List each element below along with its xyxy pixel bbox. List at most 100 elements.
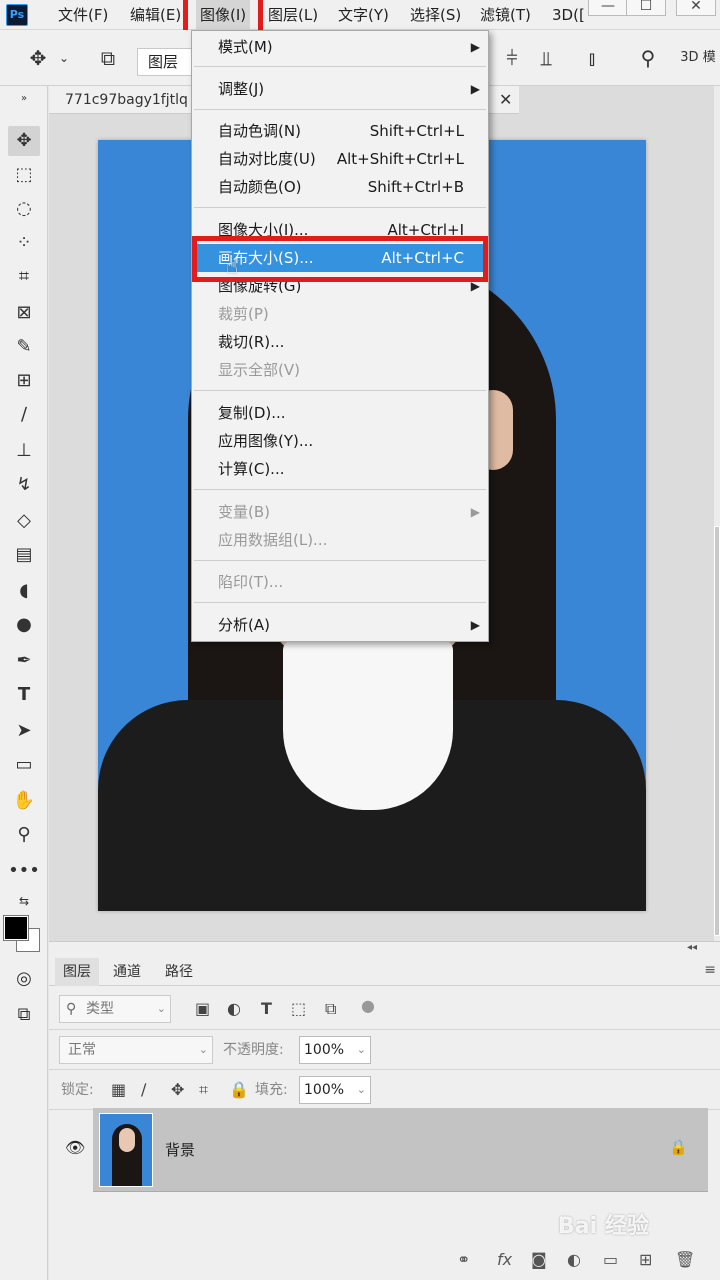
lock-all-icon[interactable]: 🔒 <box>229 1076 249 1104</box>
lock-image-pixels-icon[interactable]: ∕ <box>141 1076 146 1104</box>
zoom-tool-icon[interactable]: ⚲ <box>8 820 40 850</box>
crop-tool-icon[interactable]: ⌗ <box>8 262 40 292</box>
menu-separator <box>194 602 486 603</box>
layer-visibility-eye-icon[interactable]: 👁 <box>65 1138 85 1157</box>
align-bottom-icon[interactable]: ⫫ <box>532 44 560 72</box>
filter-pixel-icon[interactable]: ▣ <box>195 995 210 1023</box>
menu-item-calculations[interactable]: 计算(C)... <box>192 455 488 483</box>
menu-item-trim[interactable]: 裁切(R)... <box>192 328 488 356</box>
rectangle-tool-icon[interactable]: ▭ <box>8 750 40 780</box>
menu-select[interactable]: 选择(S) <box>410 0 461 30</box>
lock-artboard-icon[interactable]: ⌗ <box>199 1076 208 1104</box>
quick-mask-icon[interactable]: ◎ <box>8 964 40 994</box>
pen-tool-icon[interactable]: ✒ <box>8 646 40 676</box>
panel-menu-icon[interactable]: ≡ <box>704 962 716 978</box>
frame-tool-icon[interactable]: ⊠ <box>8 298 40 328</box>
quick-select-tool-icon[interactable]: ⁘ <box>8 228 40 258</box>
filter-smart-object-icon[interactable]: ⧉ <box>325 995 336 1023</box>
chevron-down-icon[interactable]: ⌄ <box>56 44 72 72</box>
search-icon[interactable]: ⚲ <box>634 44 662 72</box>
distribute-icon[interactable]: ⫾ <box>578 44 606 72</box>
blur-tool-icon[interactable]: ◖ <box>8 576 40 606</box>
opacity-label: 不透明度: <box>223 1042 284 1058</box>
menu-layer[interactable]: 图层(L) <box>268 0 318 30</box>
scrollbar-thumb[interactable] <box>714 526 720 936</box>
swap-colors-icon[interactable]: ⇆ <box>8 886 40 916</box>
type-tool-icon[interactable]: T <box>8 680 40 710</box>
new-group-icon[interactable]: ▭ <box>603 1250 618 1269</box>
fill-input[interactable]: 100% ⌄ <box>299 1076 371 1104</box>
align-vertical-center-icon[interactable]: ⫩ <box>498 44 526 72</box>
dodge-tool-icon[interactable]: ● <box>8 610 40 640</box>
brush-tool-icon[interactable]: ∕ <box>8 400 40 430</box>
filter-type-select[interactable]: ⚲ 类型 ⌄ <box>59 995 171 1023</box>
menu-item-adjustments[interactable]: 调整(J) ▶ <box>192 75 488 103</box>
menu-item-mode[interactable]: 模式(M) ▶ <box>192 33 488 61</box>
eraser-tool-icon[interactable]: ◇ <box>8 506 40 536</box>
history-brush-tool-icon[interactable]: ↯ <box>8 470 40 500</box>
menu-item-duplicate[interactable]: 复制(D)... <box>192 399 488 427</box>
close-window-button[interactable]: ✕ <box>676 0 716 16</box>
menu-separator <box>194 207 486 208</box>
tools-panel: » ✥ ⬚ ◌ ⁘ ⌗ ⊠ ✎ ⊞ ∕ ⊥ ↯ ◇ ▤ ◖ ● ✒ T ➤ ▭ … <box>0 86 48 1280</box>
document-title: 771c97bagy1fjtlq <box>65 92 188 108</box>
hand-tool-icon[interactable]: ✋ <box>8 786 40 816</box>
menu-separator <box>194 560 486 561</box>
eyedropper-tool-icon[interactable]: ✎ <box>8 332 40 362</box>
menu-file[interactable]: 文件(F) <box>58 0 108 30</box>
menu-item-analysis[interactable]: 分析(A) ▶ <box>192 611 488 639</box>
maximize-button[interactable]: ☐ <box>626 0 666 16</box>
menu-item-apply-image[interactable]: 应用图像(Y)... <box>192 427 488 455</box>
lasso-tool-icon[interactable]: ◌ <box>8 194 40 224</box>
foreground-color-swatch[interactable] <box>3 915 29 941</box>
document-scrollbar[interactable] <box>714 86 720 941</box>
fill-label: 填充: <box>255 1082 288 1098</box>
collapse-panel-icon[interactable]: ◂◂ <box>687 942 697 953</box>
delete-layer-icon[interactable]: 🗑 <box>675 1250 695 1269</box>
lock-row: 锁定: ▦ ∕ ✥ ⌗ 🔒 填充: 100% ⌄ <box>49 1070 720 1110</box>
gradient-tool-icon[interactable]: ▤ <box>8 540 40 570</box>
layer-row-background[interactable]: 背景 🔒 <box>93 1108 708 1192</box>
collapse-toolbar-icon[interactable]: » <box>8 84 40 114</box>
auto-select-dropdown[interactable]: 图层 <box>137 48 197 76</box>
filter-shape-icon[interactable]: ⬚ <box>291 995 306 1023</box>
filter-adjustment-icon[interactable]: ◐ <box>227 995 241 1023</box>
menu-item-auto-contrast[interactable]: 自动对比度(U) Alt+Shift+Ctrl+L <box>192 145 488 173</box>
menu-item-auto-tone[interactable]: 自动色调(N) Shift+Ctrl+L <box>192 117 488 145</box>
photo-collar <box>283 640 453 810</box>
link-layers-icon[interactable]: ⚭ <box>457 1250 470 1269</box>
filter-toggle-icon[interactable]: ● <box>361 992 375 1020</box>
menu-filter[interactable]: 滤镜(T) <box>480 0 531 30</box>
opacity-input[interactable]: 100% ⌄ <box>299 1036 371 1064</box>
adjustment-layer-icon[interactable]: ◐ <box>567 1250 581 1269</box>
close-document-icon[interactable]: ✕ <box>499 90 512 109</box>
3d-mode-label[interactable]: 3D 模 <box>676 44 720 72</box>
move-tool-icon[interactable]: ✥ <box>24 44 52 72</box>
lock-transparency-icon[interactable]: ▦ <box>111 1076 126 1104</box>
more-tools-icon[interactable]: ••• <box>8 856 40 886</box>
move-tool-icon[interactable]: ✥ <box>8 126 40 156</box>
layer-name[interactable]: 背景 <box>165 1108 195 1192</box>
blend-mode-select[interactable]: 正常 ⌄ <box>59 1036 213 1064</box>
path-selection-tool-icon[interactable]: ➤ <box>8 716 40 746</box>
tab-paths[interactable]: 路径 <box>157 958 201 986</box>
minimize-button[interactable]: — <box>588 0 628 16</box>
marquee-tool-icon[interactable]: ⬚ <box>8 160 40 190</box>
tab-layers[interactable]: 图层 <box>55 958 99 986</box>
new-layer-icon[interactable]: ⊞ <box>639 1250 652 1269</box>
menu-edit[interactable]: 编辑(E) <box>130 0 181 30</box>
add-mask-icon[interactable]: ◙ <box>531 1250 547 1269</box>
layer-lock-icon[interactable]: 🔒 <box>669 1138 688 1156</box>
menu-3d[interactable]: 3D([ <box>552 0 585 30</box>
healing-brush-tool-icon[interactable]: ⊞ <box>8 366 40 396</box>
clone-stamp-tool-icon[interactable]: ⊥ <box>8 436 40 466</box>
layer-style-fx-icon[interactable]: fx <box>497 1250 512 1269</box>
layers-stack-icon[interactable]: ⧉ <box>94 44 122 72</box>
screen-mode-icon[interactable]: ⧉ <box>8 1000 40 1030</box>
tab-channels[interactable]: 通道 <box>105 958 149 986</box>
filter-type-icon[interactable]: T <box>261 995 272 1023</box>
lock-position-icon[interactable]: ✥ <box>171 1076 184 1104</box>
menu-type[interactable]: 文字(Y) <box>338 0 389 30</box>
menu-item-auto-color[interactable]: 自动颜色(O) Shift+Ctrl+B <box>192 173 488 201</box>
layer-thumbnail <box>99 1113 153 1187</box>
